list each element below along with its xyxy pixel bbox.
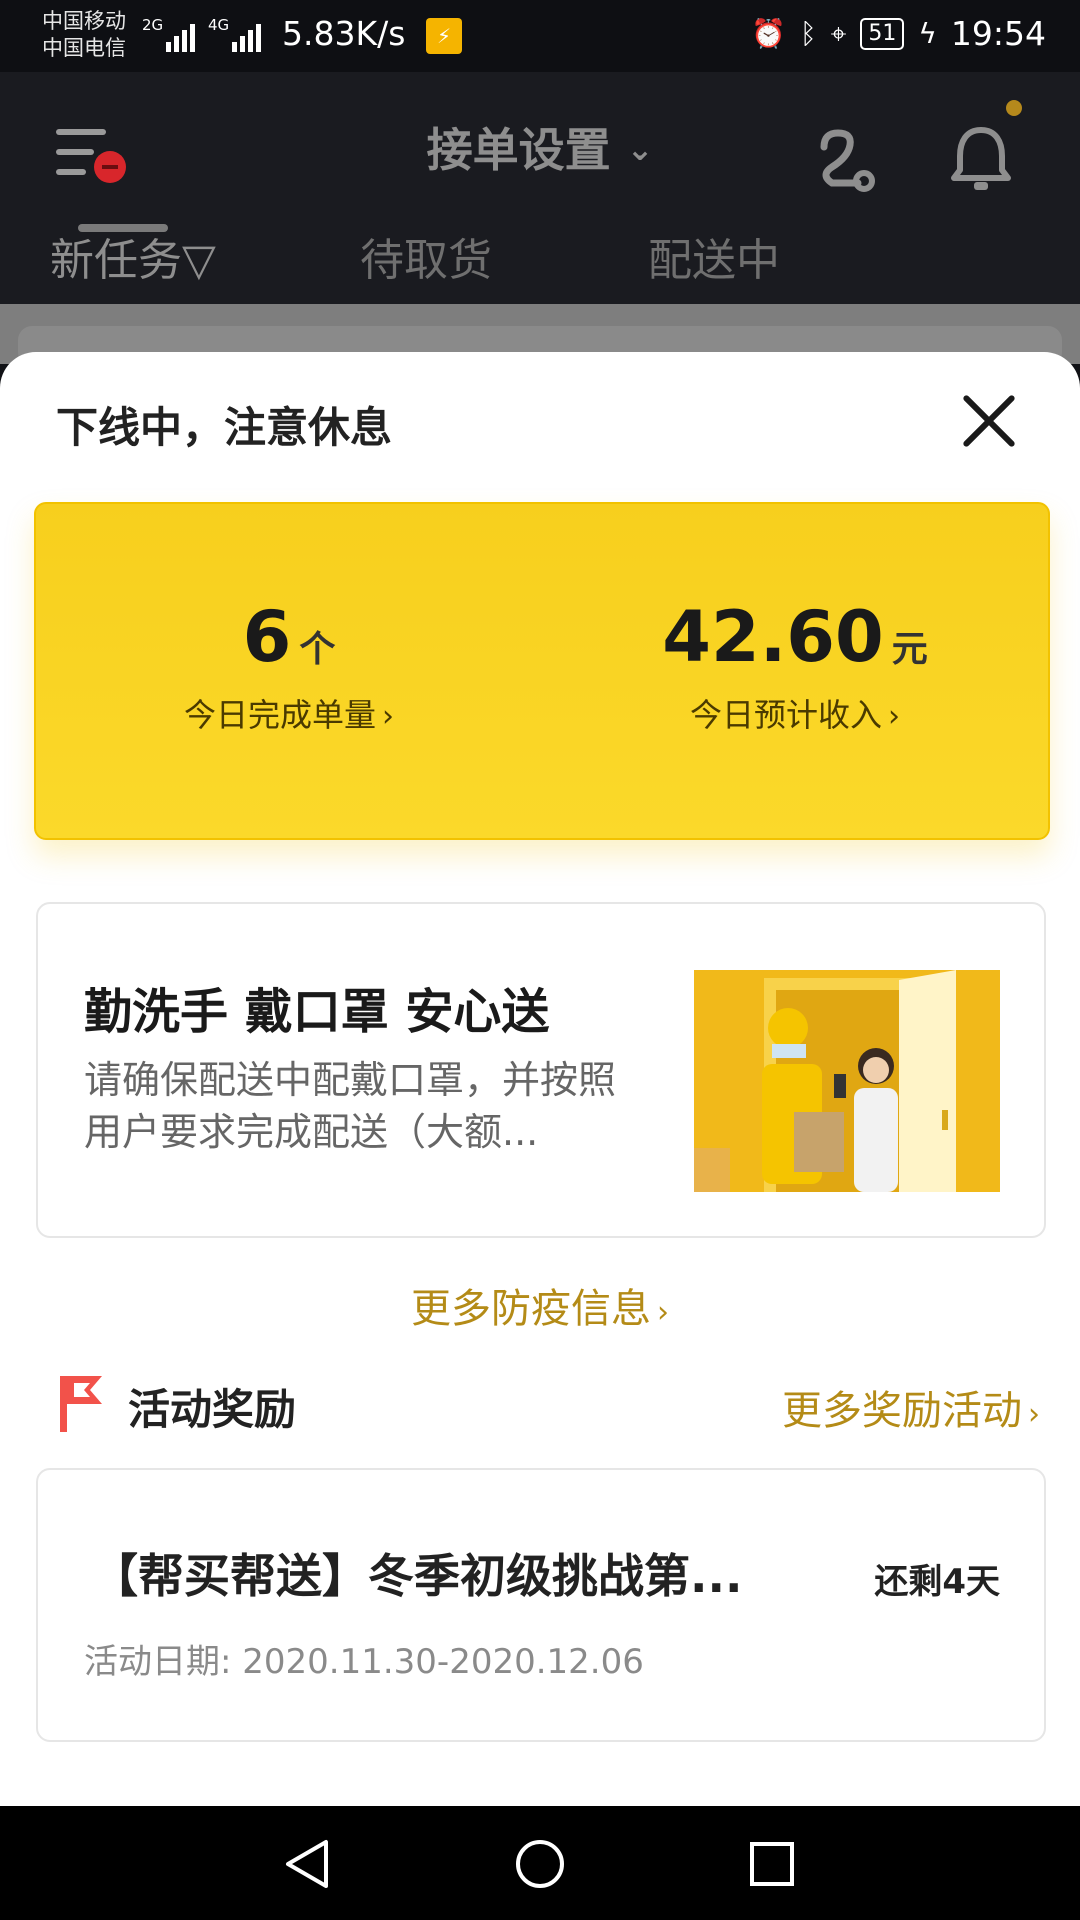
page-title: 接单设置: [426, 123, 611, 177]
tab-delivering[interactable]: 配送中: [648, 224, 780, 288]
tab-awaiting-pickup[interactable]: 待取货: [360, 224, 492, 288]
orders-unit: 个: [299, 629, 336, 670]
net-speed: 5.83K/s: [282, 14, 406, 53]
activity-date: 活动日期: 2020.11.30-2020.12.06: [84, 1642, 644, 1682]
location-icon: ⌖: [830, 16, 847, 50]
page-title-dropdown[interactable]: 接单设置 ⌄: [0, 114, 1080, 180]
network-type-1: 2G: [142, 16, 164, 34]
bluetooth-icon: ᛒ: [799, 17, 817, 50]
activity-title: 【帮买帮送】冬季初级挑战第...: [92, 1549, 743, 1603]
battery-icon: 51: [860, 17, 905, 50]
back-icon[interactable]: [282, 1838, 334, 1890]
home-icon[interactable]: [514, 1838, 566, 1890]
flag-icon: [60, 1376, 102, 1432]
recents-icon[interactable]: [746, 1838, 798, 1890]
income-stat[interactable]: 42.60 元 今日预计收入 ›: [542, 596, 1048, 736]
chevron-right-icon: ›: [1028, 1397, 1040, 1432]
clock: 19:54: [950, 14, 1046, 53]
bell-icon[interactable]: [950, 124, 1012, 194]
network-type-2: 4G: [208, 16, 230, 34]
income-label: 今日预计收入: [689, 696, 882, 734]
safety-tip-card[interactable]: 勤洗手 戴口罩 安心送 请确保配送中配戴口罩，并按照用户要求完成配送（大额...: [36, 902, 1046, 1238]
carrier-2: 中国电信: [42, 36, 126, 60]
courier-delivery-illustration: [694, 970, 1000, 1192]
app-header: 接单设置 ⌄ 新任务▽ 待取货 配送中: [0, 72, 1080, 304]
signal-bars-2-icon: [232, 18, 261, 52]
route-icon[interactable]: [810, 127, 880, 197]
carrier-1: 中国移动: [42, 9, 126, 33]
system-nav-bar: [0, 1806, 1080, 1920]
chevron-down-icon: ⌄: [626, 130, 654, 168]
signal-bars-1-icon: [166, 18, 195, 52]
orders-label: 今日完成单量: [183, 696, 376, 734]
chevron-right-icon: ›: [888, 699, 900, 734]
orders-value: 6: [242, 596, 292, 678]
income-value: 42.60: [662, 596, 884, 678]
rewards-section-header: 活动奖励 更多奖励活动 ›: [56, 1370, 1040, 1440]
charging-icon: ϟ: [918, 17, 937, 50]
status-bar: 中国移动 中国电信 2G 4G 5.83K/s ⚡ ⏰ ᛒ ⌖ 51 ϟ 19:…: [0, 0, 1080, 72]
chevron-right-icon: ›: [657, 1295, 669, 1330]
chevron-right-icon: ›: [382, 699, 394, 734]
orders-stat[interactable]: 6个 今日完成单量 ›: [36, 596, 542, 736]
activity-days-left: 还剩4天: [874, 1562, 1000, 1602]
task-tabs: 新任务▽ 待取货 配送中: [0, 224, 1080, 304]
more-rewards-label: 更多奖励活动: [782, 1388, 1022, 1434]
app-notification-icon: ⚡: [426, 18, 462, 54]
tip-body: 请确保配送中配戴口罩，并按照用户要求完成配送（大额...: [84, 1058, 617, 1154]
activity-card[interactable]: 【帮买帮送】冬季初级挑战第... 还剩4天 活动日期: 2020.11.30-2…: [36, 1468, 1046, 1742]
rewards-section-title: 活动奖励: [128, 1385, 297, 1434]
tip-title: 勤洗手 戴口罩 安心送: [84, 984, 550, 1040]
offline-sheet: 下线中，注意休息 6个 今日完成单量 › 42.60 元 今日预计收入 › 勤洗手 戴…: [0, 352, 1080, 1806]
alarm-icon: ⏰: [750, 17, 786, 50]
close-icon[interactable]: [958, 390, 1020, 452]
more-info-label: 更多防疫信息: [411, 1286, 651, 1332]
tab-new-tasks[interactable]: 新任务▽: [50, 224, 216, 288]
active-tab-indicator: [78, 224, 168, 232]
income-unit: 元: [891, 629, 928, 670]
carrier-labels: 中国移动 中国电信: [42, 8, 126, 62]
more-rewards-link[interactable]: 更多奖励活动 ›: [782, 1378, 1040, 1436]
more-epidemic-info-link[interactable]: 更多防疫信息 ›: [0, 1276, 1080, 1334]
sheet-title: 下线中，注意休息: [56, 403, 393, 452]
today-stats-card: 6个 今日完成单量 › 42.60 元 今日预计收入 ›: [34, 502, 1050, 840]
notification-dot: [1006, 100, 1022, 116]
